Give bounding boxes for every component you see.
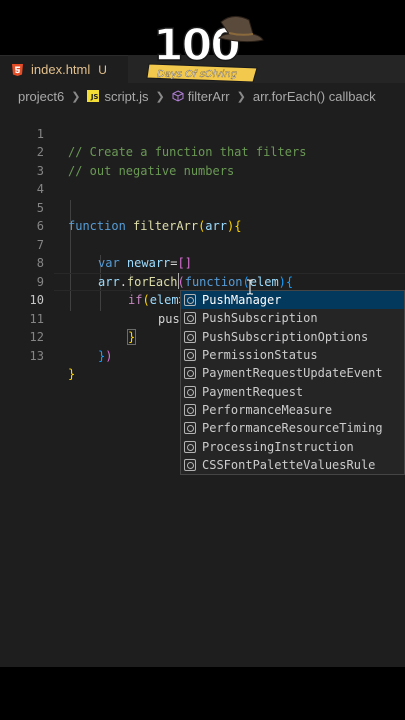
text-cursor (178, 273, 179, 289)
symbol-class-icon (184, 330, 196, 343)
suggestion-item[interactable]: PaymentRequest (181, 382, 404, 400)
code-line: 7 var newarr=[] (0, 217, 405, 271)
js-file-icon: JS (87, 90, 100, 102)
code-line: 5 function filterArr(arr){ (0, 180, 405, 234)
suggestion-item[interactable]: PushManager (181, 291, 404, 310)
breadcrumb: project6 ❯ JS script.js ❯ filterArr ❯ ar… (0, 86, 405, 106)
symbol-method-icon (172, 90, 184, 102)
symbol-class-icon (184, 458, 196, 471)
mouse-cursor-icon (247, 279, 253, 295)
chevron-right-icon: ❯ (71, 90, 81, 103)
code-line-current: 10 pus (0, 272, 405, 326)
symbol-class-icon (184, 403, 196, 416)
symbol-class-icon (184, 294, 196, 307)
tab-git-status-badge: U (98, 62, 107, 77)
symbol-class-icon (184, 349, 196, 362)
tab-index-html[interactable]: index.html U (0, 55, 128, 83)
suggestion-item[interactable]: PushSubscriptionOptions (181, 328, 404, 346)
code-line: 3 (0, 143, 405, 178)
code-line: 8 arr.forEach(function(elem){ (0, 236, 405, 289)
chevron-right-icon: ❯ (236, 90, 246, 103)
suggestion-item[interactable]: PermissionStatus (181, 346, 404, 364)
suggestion-item[interactable]: PerformanceMeasure (181, 401, 404, 419)
suggestion-item[interactable]: CSSFontPaletteValuesRule (181, 456, 404, 474)
chevron-right-icon: ❯ (155, 90, 165, 103)
breadcrumb-folder[interactable]: project6 (18, 89, 64, 104)
symbol-class-icon (184, 385, 196, 398)
symbol-class-icon (184, 422, 196, 435)
symbol-class-icon (184, 312, 196, 325)
code-text: }) (98, 348, 113, 363)
symbol-class-icon (184, 440, 196, 453)
suggestion-item[interactable]: ProcessingInstruction (181, 437, 404, 455)
days-of-solving-logo: 100 Days Of sOlving (146, 16, 264, 83)
code-line: 4 (0, 162, 405, 196)
symbol-class-icon (184, 367, 196, 380)
tab-filename: index.html (31, 62, 91, 77)
code-line: 9 if(elem>0){ (0, 254, 405, 308)
code-text: } (68, 367, 76, 381)
line-number: 13 (29, 348, 44, 363)
suggestion-item[interactable]: PaymentRequestUpdateEvent (181, 364, 404, 382)
autocomplete-suggestions[interactable]: PushManager PushSubscription PushSubscri… (180, 290, 405, 475)
logo-tagline: Days Of sOlving (157, 69, 237, 80)
video-bottom-bar (0, 667, 405, 720)
html5-icon (12, 63, 23, 76)
suggestion-item[interactable]: PerformanceResourceTiming (181, 419, 404, 437)
code-line: 6 (0, 199, 405, 233)
code-line: 1 // Create a function that filters (0, 106, 405, 160)
breadcrumb-callback[interactable]: arr.forEach() callback (253, 89, 376, 104)
breadcrumb-symbol[interactable]: filterArr (188, 89, 230, 104)
breadcrumb-file[interactable]: script.js (104, 89, 148, 104)
code-line: 2 // out negative numbers (0, 125, 405, 178)
suggestion-item[interactable]: PushSubscription (181, 309, 404, 327)
